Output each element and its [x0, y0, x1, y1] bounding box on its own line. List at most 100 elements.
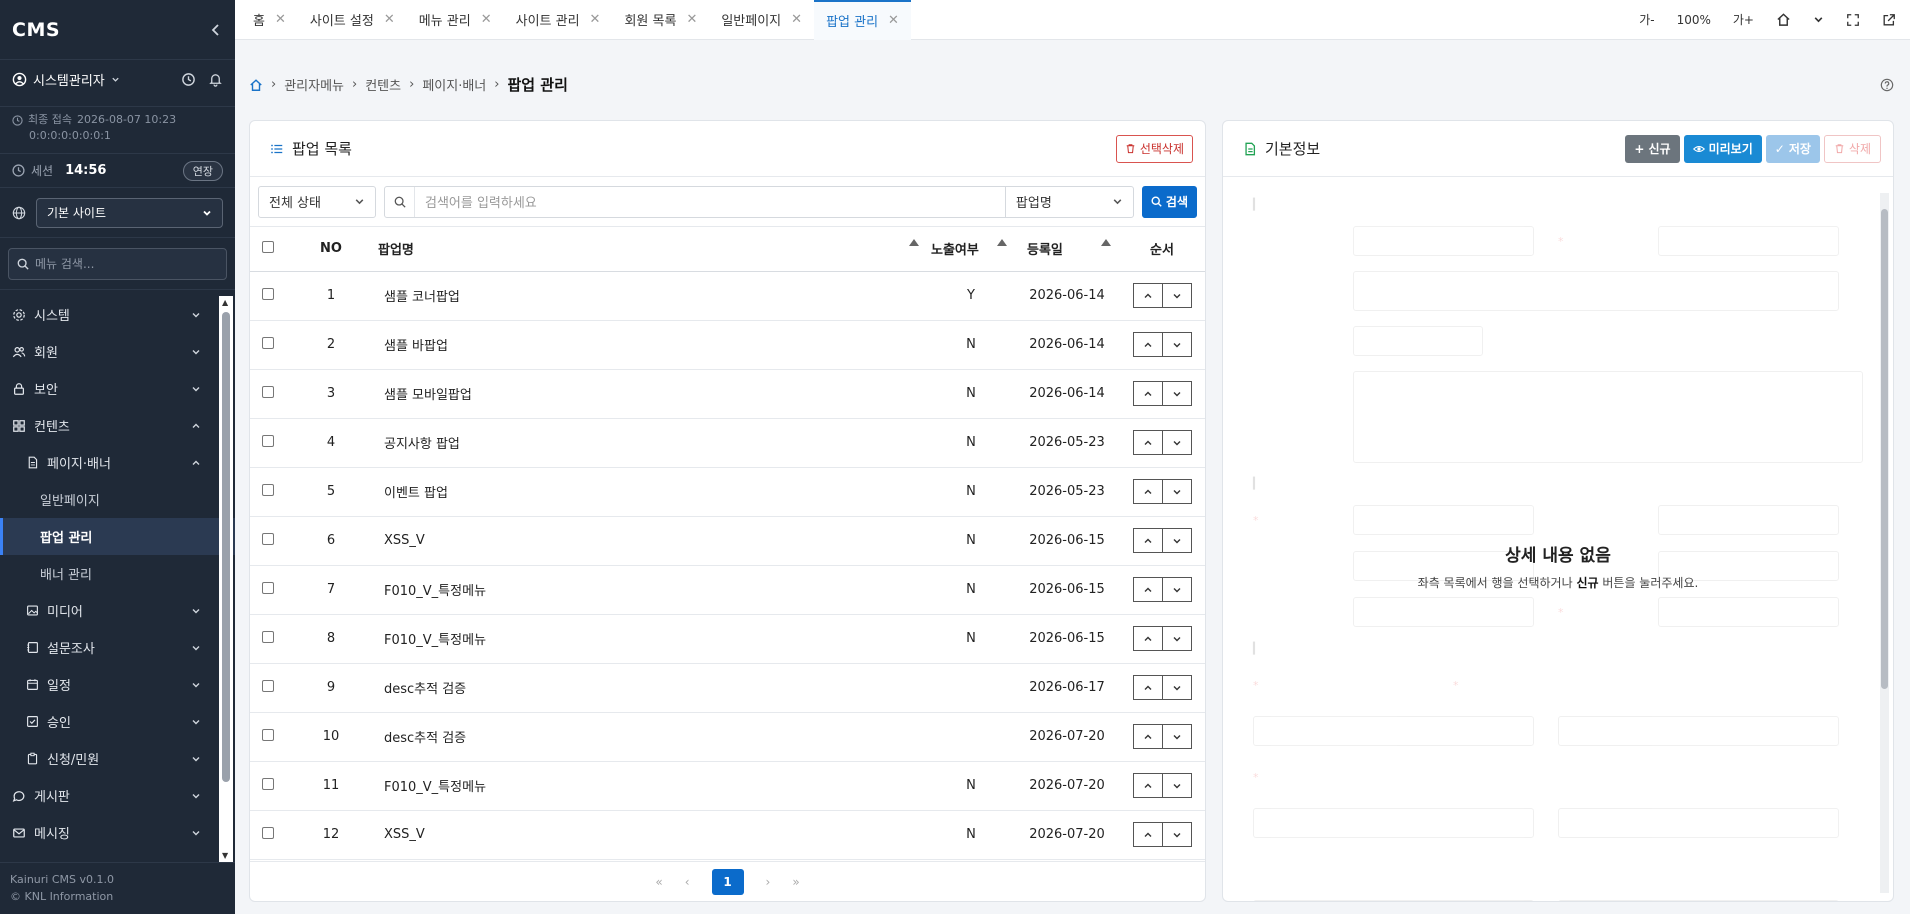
- move-down-button[interactable]: [1161, 528, 1192, 553]
- table-row[interactable]: 11 F010_V_특정메뉴 N 2026-07-20: [250, 761, 1205, 811]
- move-down-button[interactable]: [1161, 332, 1192, 357]
- sidebar-item-survey[interactable]: 설문조사: [0, 629, 235, 666]
- tab-home[interactable]: 홈 ✕: [241, 0, 298, 40]
- row-checkbox[interactable]: [262, 483, 274, 496]
- move-down-button[interactable]: [1161, 773, 1192, 798]
- close-icon[interactable]: ✕: [481, 12, 492, 27]
- table-row[interactable]: 3 샘플 모바일팝업 N 2026-06-14: [250, 369, 1205, 419]
- table-row[interactable]: 6 XSS_V N 2026-06-15: [250, 516, 1205, 566]
- font-increase-button[interactable]: 가+: [1733, 11, 1754, 28]
- search-input[interactable]: 검색어를 입력하세요: [415, 192, 1005, 211]
- move-up-button[interactable]: [1132, 332, 1163, 357]
- table-row[interactable]: 2 샘플 바팝업 N 2026-06-14: [250, 320, 1205, 370]
- next-page-button[interactable]: ›: [766, 875, 771, 889]
- row-checkbox[interactable]: [262, 826, 274, 839]
- session-extend-button[interactable]: 연장: [182, 160, 223, 181]
- move-up-button[interactable]: [1132, 773, 1163, 798]
- sort-icon[interactable]: [909, 239, 919, 247]
- prev-page-button[interactable]: ‹: [685, 875, 690, 889]
- menu-search-input[interactable]: 메뉴 검색...: [8, 247, 227, 280]
- row-checkbox[interactable]: [262, 630, 274, 643]
- external-link-icon[interactable]: [1882, 13, 1896, 27]
- move-up-button[interactable]: [1132, 724, 1163, 749]
- column-exposure[interactable]: 노출여부: [927, 227, 1015, 272]
- scroll-up-arrow-icon[interactable]: ▲: [222, 298, 228, 307]
- row-checkbox[interactable]: [262, 728, 274, 741]
- move-up-button[interactable]: [1132, 479, 1163, 504]
- sort-icon[interactable]: [1101, 239, 1111, 247]
- row-checkbox[interactable]: [262, 532, 274, 545]
- home-icon[interactable]: [1776, 12, 1791, 27]
- help-icon[interactable]: [1880, 78, 1894, 92]
- row-checkbox[interactable]: [262, 434, 274, 447]
- breadcrumb-root[interactable]: 관리자메뉴: [284, 75, 344, 94]
- sidebar-scrollbar[interactable]: ▲ ▼: [219, 296, 233, 862]
- move-up-button[interactable]: [1132, 381, 1163, 406]
- site-select[interactable]: 기본 사이트: [36, 197, 223, 228]
- move-down-button[interactable]: [1161, 626, 1192, 651]
- column-date[interactable]: 등록일: [1015, 227, 1119, 272]
- search-button[interactable]: 검색: [1141, 185, 1197, 218]
- move-up-button[interactable]: [1132, 430, 1163, 455]
- bell-icon[interactable]: [208, 72, 223, 87]
- font-decrease-button[interactable]: 가-: [1639, 11, 1654, 28]
- detail-scrollbar[interactable]: [1880, 193, 1889, 893]
- move-up-button[interactable]: [1132, 528, 1163, 553]
- sidebar-item-banner-management[interactable]: 배너 관리: [0, 555, 235, 592]
- move-up-button[interactable]: [1132, 577, 1163, 602]
- row-checkbox[interactable]: [262, 287, 274, 300]
- sidebar-item-media[interactable]: 미디어: [0, 592, 235, 629]
- tab-popup-management[interactable]: 팝업 관리 ✕: [814, 0, 911, 40]
- table-row[interactable]: 8 F010_V_특정메뉴 N 2026-06-15: [250, 614, 1205, 664]
- move-down-button[interactable]: [1161, 479, 1192, 504]
- current-page[interactable]: 1: [711, 868, 744, 895]
- preview-button[interactable]: 미리보기: [1683, 134, 1762, 163]
- status-filter-select[interactable]: 전체 상태: [258, 185, 376, 218]
- move-down-button[interactable]: [1161, 724, 1192, 749]
- fullscreen-icon[interactable]: [1846, 13, 1860, 27]
- breadcrumb-page-banner[interactable]: 페이지·배너: [422, 75, 486, 94]
- first-page-button[interactable]: «: [655, 875, 662, 889]
- detail-scroll-thumb[interactable]: [1881, 209, 1888, 689]
- move-up-button[interactable]: [1132, 675, 1163, 700]
- search-field-select[interactable]: 팝업명: [1004, 186, 1133, 217]
- table-row[interactable]: 5 이벤트 팝업 N 2026-05-23: [250, 467, 1205, 517]
- user-menu[interactable]: 시스템관리자: [12, 70, 120, 89]
- delete-selected-button[interactable]: 선택삭제: [1115, 134, 1193, 163]
- move-down-button[interactable]: [1161, 577, 1192, 602]
- table-row[interactable]: 12 XSS_V N 2026-07-20: [250, 810, 1205, 860]
- save-button[interactable]: ✓ 저장: [1765, 134, 1820, 163]
- table-row[interactable]: 9 desc추적 검증 2026-06-17: [250, 663, 1205, 713]
- sidebar-item-system[interactable]: 시스템: [0, 296, 235, 333]
- sort-icon[interactable]: [997, 239, 1007, 247]
- history-icon[interactable]: [181, 72, 196, 87]
- select-all-checkbox[interactable]: [262, 240, 274, 253]
- table-row[interactable]: 7 F010_V_특정메뉴 N 2026-06-15: [250, 565, 1205, 615]
- delete-button[interactable]: 삭제: [1823, 134, 1881, 163]
- sidebar-scroll-thumb[interactable]: [222, 312, 230, 782]
- move-down-button[interactable]: [1161, 283, 1192, 308]
- tab-member-list[interactable]: 회원 목록 ✕: [612, 0, 709, 40]
- move-up-button[interactable]: [1132, 822, 1163, 847]
- move-down-button[interactable]: [1161, 430, 1192, 455]
- sidebar-item-application[interactable]: 신청/민원: [0, 740, 235, 777]
- close-icon[interactable]: ✕: [791, 12, 802, 27]
- tab-site-management[interactable]: 사이트 관리 ✕: [504, 0, 613, 40]
- sidebar-item-approval[interactable]: 승인: [0, 703, 235, 740]
- close-icon[interactable]: ✕: [275, 12, 286, 27]
- tab-site-settings[interactable]: 사이트 설정 ✕: [298, 0, 407, 40]
- tab-menu-management[interactable]: 메뉴 관리 ✕: [407, 0, 504, 40]
- chevron-down-icon[interactable]: [1813, 14, 1824, 25]
- sidebar-item-contents[interactable]: 컨텐츠: [0, 407, 235, 444]
- sidebar-item-messaging[interactable]: 메시징: [0, 814, 235, 851]
- move-up-button[interactable]: [1132, 283, 1163, 308]
- close-icon[interactable]: ✕: [686, 12, 697, 27]
- sidebar-item-page-banner[interactable]: 페이지·배너: [0, 444, 235, 481]
- row-checkbox[interactable]: [262, 385, 274, 398]
- close-icon[interactable]: ✕: [888, 13, 899, 28]
- move-up-button[interactable]: [1132, 626, 1163, 651]
- move-down-button[interactable]: [1161, 822, 1192, 847]
- sidebar-item-popup-management[interactable]: 팝업 관리: [0, 518, 235, 555]
- home-icon[interactable]: [249, 78, 263, 92]
- move-down-button[interactable]: [1161, 381, 1192, 406]
